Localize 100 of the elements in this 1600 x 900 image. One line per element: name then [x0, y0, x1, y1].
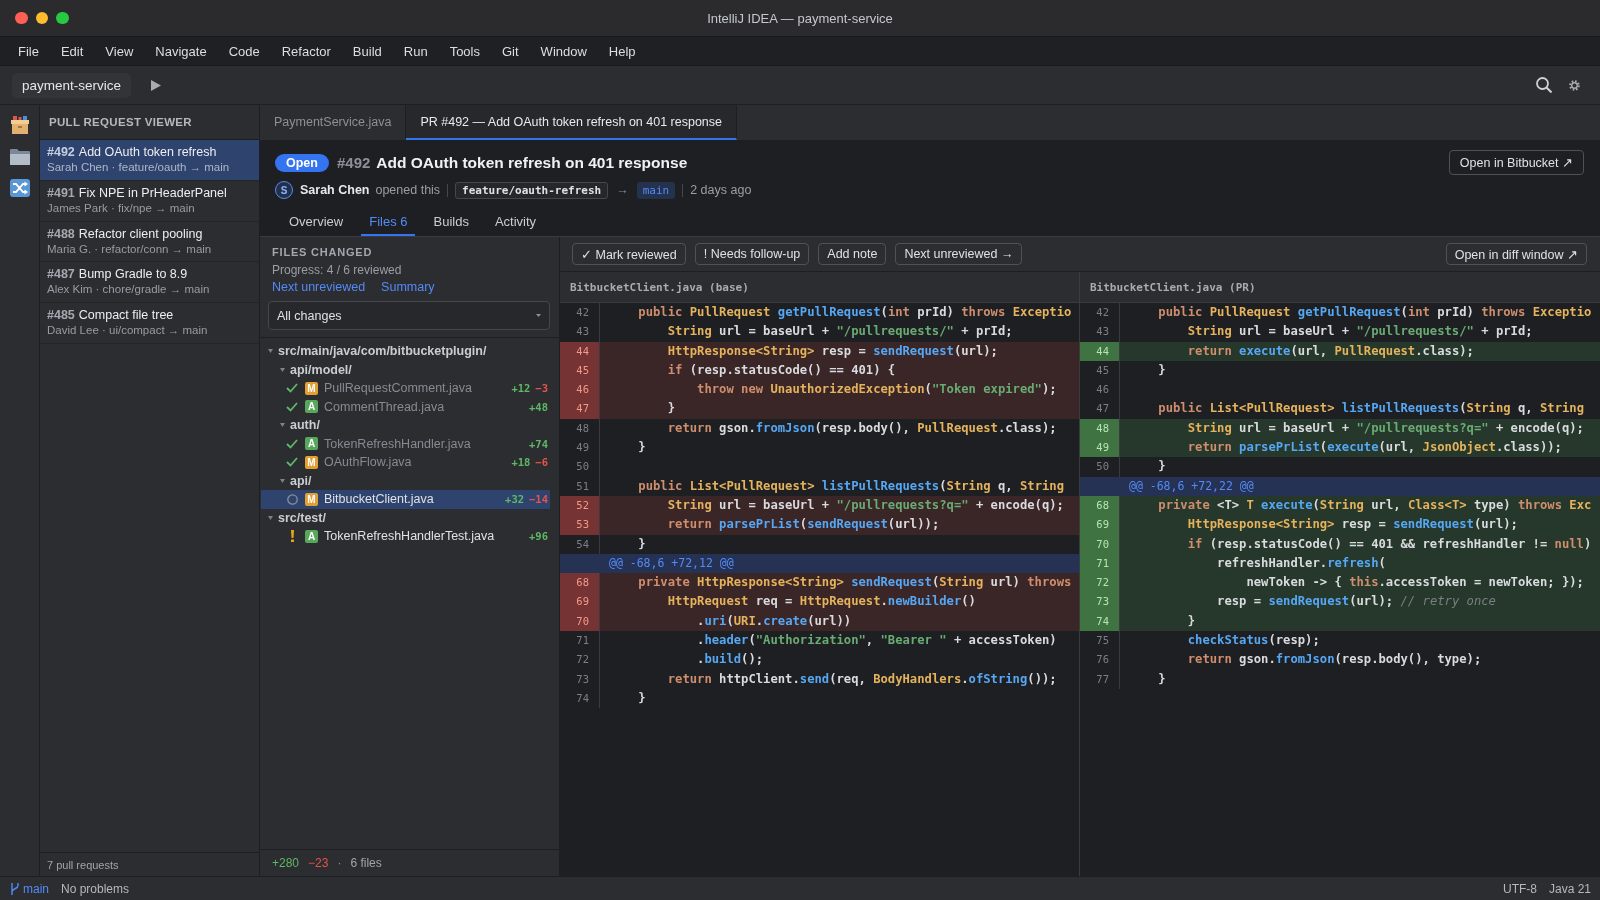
pull-request-item[interactable]: #488 Refactor client pooling Maria G. · refactor/conn → main — [40, 221, 259, 263]
menu-item[interactable]: Help — [597, 40, 647, 62]
action-button[interactable]: ✓ Mark reviewed — [572, 243, 686, 265]
folder-row[interactable]: api/ — [261, 471, 550, 490]
code-line: String url = baseUrl + "/pullrequests/" + prId; — [667, 324, 1013, 339]
change-type-tag: M — [305, 455, 318, 469]
minimize-icon[interactable] — [35, 11, 48, 25]
line-number: 76 — [1080, 650, 1120, 670]
menu-item[interactable]: Build — [341, 40, 393, 62]
problems-status[interactable]: No problems — [61, 881, 130, 896]
tab[interactable]: Overview — [281, 208, 352, 236]
activity-text: opened this — [375, 183, 441, 197]
pull-request-item[interactable]: #487 Bump Gradle to 8.9 Alex Kim · chore/gradle → main — [40, 262, 259, 304]
line-number: 69 — [560, 592, 600, 612]
maximize-icon[interactable] — [56, 11, 69, 25]
menu-item[interactable]: Code — [217, 40, 271, 62]
action-button[interactable]: Next unreviewed → — [895, 243, 1023, 265]
file-row[interactable]: A TokenRefreshHandlerTest.java +96 — [261, 527, 550, 546]
action-button[interactable]: ! Needs follow-up — [694, 243, 810, 265]
caret-icon[interactable] — [280, 367, 285, 372]
code-line: HttpResponse<String> resp = sendRequest(url); — [1187, 517, 1518, 532]
menu-item[interactable]: Edit — [49, 40, 95, 62]
line-number: 74 — [1080, 611, 1120, 632]
link[interactable]: Summary — [381, 279, 435, 295]
editor-tab[interactable]: PR #492 — Add OAuth token refresh on 401 response — [406, 105, 737, 140]
close-icon[interactable] — [15, 11, 28, 25]
code-line: if (resp.statusCode() == 401 && refreshHandler != null) — [1187, 536, 1592, 551]
language-level[interactable]: Java 21 — [1548, 881, 1591, 896]
file-count: 6 files — [350, 856, 382, 870]
project-selector[interactable]: payment-service — [12, 72, 132, 98]
change-type-tag: A — [305, 437, 318, 451]
settings-icon[interactable] — [1569, 79, 1580, 91]
code-line: private HttpResponse<String> sendRequest(String url) throws — [638, 575, 1072, 590]
line-number: 71 — [1080, 553, 1120, 574]
menu-item[interactable]: Tools — [438, 40, 491, 62]
caret-icon[interactable] — [268, 349, 273, 354]
line-number: 42 — [560, 303, 600, 323]
menu-item[interactable]: Window — [529, 40, 598, 62]
pull-request-item[interactable]: #492 Add OAuth token refresh Sarah Chen · feature/oauth → main — [40, 140, 259, 181]
code-line: String url = baseUrl + "/pullrequests?q=" + encode(q); — [667, 497, 1064, 512]
open-diff-button[interactable]: Open in diff window ↗ — [1445, 243, 1587, 265]
line-number: 48 — [1080, 418, 1120, 439]
pull-request-item[interactable]: #485 Compact file tree David Lee · ui/compact → main — [40, 303, 259, 344]
line-number: 74 — [560, 688, 600, 709]
menu-item[interactable]: Navigate — [144, 40, 218, 62]
filter-dropdown[interactable]: All changes — [268, 301, 550, 330]
line-number: 43 — [560, 322, 600, 342]
line-number: 52 — [560, 495, 600, 516]
change-type-tag: A — [305, 400, 318, 414]
encoding[interactable]: UTF-8 — [1502, 881, 1537, 896]
code-line: return gson.fromJson(resp.body(), PullRequest.class); — [667, 420, 1057, 435]
code-line: checkStatus(resp); — [1187, 633, 1320, 648]
file-row[interactable]: M PullRequestComment.java +12 −3 — [261, 379, 550, 398]
folder-row[interactable]: src/test/ — [261, 508, 550, 527]
menu-item[interactable]: Refactor — [270, 40, 342, 62]
author-name: Sarah Chen — [300, 183, 370, 197]
line-number: 46 — [1080, 380, 1120, 400]
caret-icon[interactable] — [268, 515, 273, 520]
code-line: private <T> T execute(String url, Class<T> type) throws Exc — [1158, 497, 1592, 512]
line-number: 77 — [1080, 669, 1120, 689]
status-pill: Open — [275, 153, 329, 172]
line-number: 73 — [1080, 592, 1120, 612]
code-line: } — [1158, 362, 1166, 377]
menu-item[interactable]: View — [94, 40, 145, 62]
line-number: 72 — [560, 650, 600, 670]
menu-item[interactable]: File — [7, 40, 50, 62]
code-line: .header("Authorization", "Bearer " + accessToken) — [697, 633, 1057, 648]
branch-name[interactable]: main — [23, 881, 49, 896]
line-number: 73 — [560, 669, 600, 689]
shuffle-icon[interactable] — [9, 179, 30, 197]
caret-icon[interactable] — [280, 478, 285, 483]
code-line: public PullRequest getPullRequest(int prId) throws Exceptio — [1158, 305, 1592, 319]
line-number: 68 — [560, 573, 600, 593]
branch-icon[interactable] — [10, 882, 20, 895]
line-number: 75 — [1080, 631, 1120, 651]
pane-title: BitbucketClient.java (PR) — [1080, 272, 1600, 303]
file-row[interactable]: A CommentThread.java +48 — [261, 397, 550, 416]
file-row[interactable]: M BitbucketClient.java +32 −14 — [261, 490, 550, 509]
pull-request-item[interactable]: #491 Fix NPE in PrHeaderPanel James Park · fix/npe → main — [40, 180, 259, 222]
line-number: 47 — [560, 399, 600, 419]
menu-item[interactable]: Git — [491, 40, 530, 62]
box-icon[interactable] — [9, 116, 30, 134]
open-external-button[interactable]: Open in Bitbucket ↗ — [1448, 150, 1584, 175]
tab[interactable]: Activity — [486, 208, 545, 236]
folder-row[interactable]: auth/ — [261, 416, 550, 435]
tab[interactable]: Builds — [425, 208, 477, 236]
action-button[interactable]: Add note — [818, 243, 887, 265]
folder-row[interactable]: src/main/java/com/bitbucketplugin/ — [261, 342, 550, 361]
link[interactable]: Next unreviewed — [272, 279, 366, 295]
avatar: S — [275, 181, 293, 199]
code-line: resp = sendRequest(url); // retry once — [1217, 594, 1496, 609]
folder-icon[interactable] — [9, 148, 30, 165]
line-number: 47 — [1080, 399, 1120, 419]
menu-item[interactable]: Run — [392, 40, 439, 62]
file-row[interactable]: A TokenRefreshHandler.java +74 — [261, 434, 550, 453]
file-row[interactable]: M OAuthFlow.java +18 −6 — [261, 453, 550, 472]
search-icon[interactable] — [1536, 77, 1552, 93]
folder-row[interactable]: api/model/ — [261, 360, 550, 379]
play-icon[interactable] — [151, 79, 162, 91]
caret-icon[interactable] — [280, 423, 285, 428]
